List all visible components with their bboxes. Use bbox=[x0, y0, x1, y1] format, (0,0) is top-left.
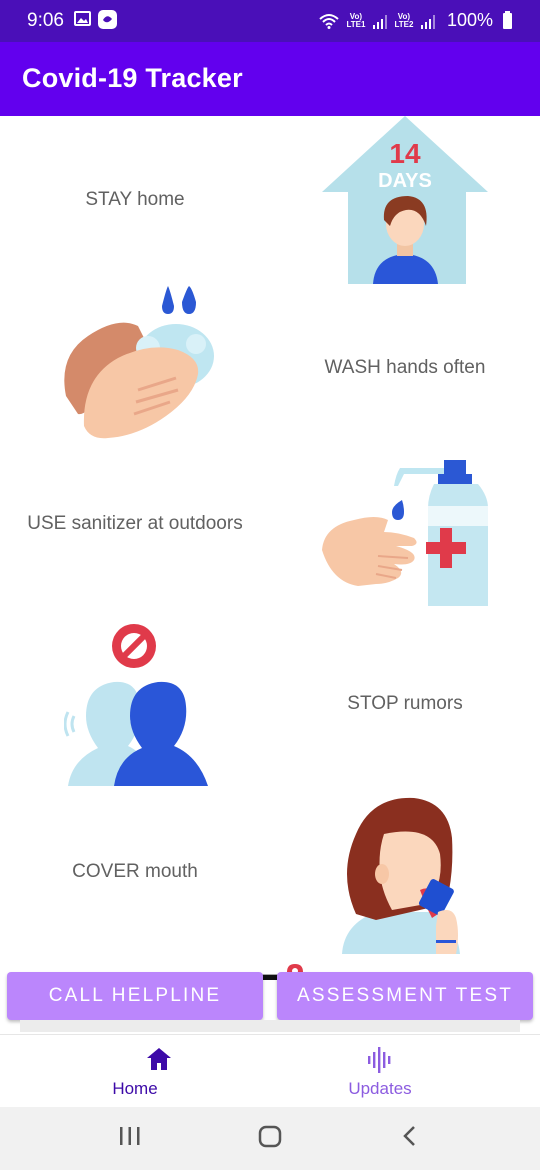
tip-stop-rumors: STOP rumors bbox=[347, 693, 463, 714]
recent-apps-icon[interactable] bbox=[118, 1125, 142, 1147]
tip-stay-home: STAY home bbox=[85, 189, 185, 210]
back-icon[interactable] bbox=[400, 1125, 420, 1147]
days-number: 14 bbox=[389, 138, 421, 169]
app-title: Covid-19 Tracker bbox=[22, 63, 243, 93]
tips-list[interactable]: STAY home 14 DAYS WASH hands often USE s… bbox=[0, 116, 540, 1034]
stay-home-illustration: 14 DAYS bbox=[322, 116, 488, 284]
status-bar: 9:06 Vo) LTE1 Vo) LTE2 100% bbox=[0, 0, 540, 42]
signal2-icon bbox=[420, 13, 435, 29]
tip-use-sanitizer: USE sanitizer at outdoors bbox=[27, 513, 243, 534]
bottom-navigation: Home Updates bbox=[0, 1034, 540, 1108]
status-time: 9:06 bbox=[27, 10, 64, 31]
status-right-icons: Vo) LTE1 Vo) LTE2 100% bbox=[319, 10, 512, 31]
sanitizer-illustration bbox=[322, 460, 488, 606]
sim1-label: Vo) LTE1 bbox=[346, 11, 366, 29]
sim2-label: Vo) LTE2 bbox=[394, 11, 414, 29]
home-button-icon[interactable] bbox=[257, 1125, 283, 1149]
assessment-test-button[interactable]: ASSESSMENT TEST bbox=[277, 972, 533, 1020]
nav-updates[interactable]: Updates bbox=[245, 1035, 515, 1108]
app-notification-icon bbox=[98, 10, 117, 29]
nav-updates-label: Updates bbox=[348, 1079, 412, 1098]
home-icon bbox=[147, 1048, 171, 1070]
app-bar: Covid-19 Tracker bbox=[0, 42, 540, 116]
cover-mouth-illustration bbox=[342, 797, 460, 954]
card-edge bbox=[20, 1020, 520, 1032]
days-label: DAYS bbox=[378, 170, 432, 192]
nav-home-label: Home bbox=[112, 1079, 158, 1098]
stop-rumors-illustration bbox=[64, 624, 208, 786]
system-navigation-bar bbox=[0, 1107, 540, 1170]
signal1-icon bbox=[372, 13, 387, 29]
gallery-icon bbox=[74, 11, 91, 26]
wifi-icon bbox=[319, 13, 339, 29]
call-helpline-button[interactable]: CALL HELPLINE bbox=[7, 972, 263, 1020]
wash-hands-illustration bbox=[64, 286, 214, 439]
battery-icon bbox=[503, 10, 512, 29]
tip-cover-mouth: COVER mouth bbox=[72, 861, 198, 882]
audio-wave-icon bbox=[368, 1047, 391, 1073]
battery-percent: 100% bbox=[446, 10, 493, 30]
tip-wash-hands: WASH hands often bbox=[324, 357, 486, 378]
